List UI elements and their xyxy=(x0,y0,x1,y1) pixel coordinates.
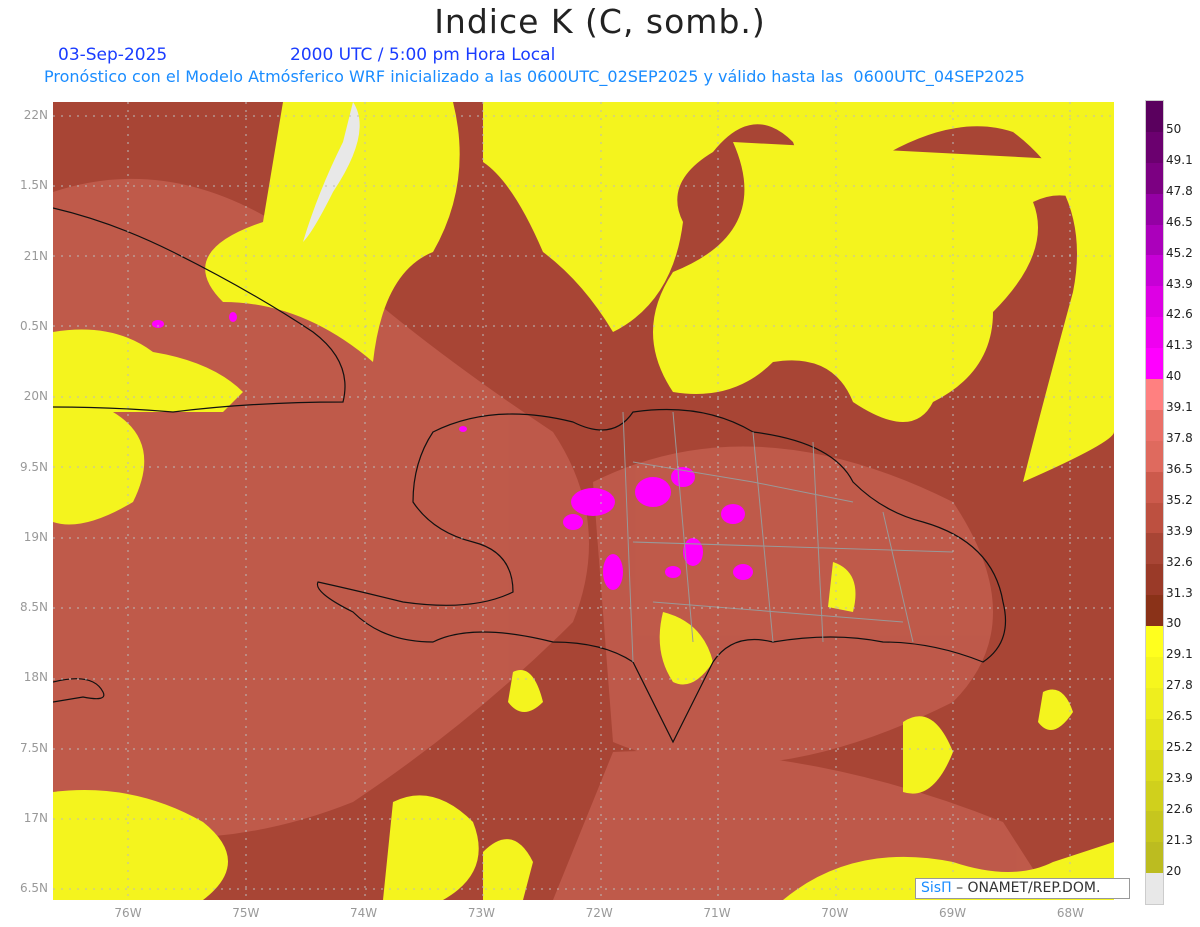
colorbar-label: 39.1 xyxy=(1166,400,1193,415)
colorbar-cell xyxy=(1146,193,1163,225)
lat-label: 1.5N xyxy=(19,178,48,193)
colorbar-label: 33.9 xyxy=(1166,523,1193,538)
colorbar-cell xyxy=(1146,348,1163,380)
forecast-date: 03-Sep-2025 xyxy=(58,45,168,65)
colorbar-label: 36.5 xyxy=(1166,461,1193,476)
colorbar-cell xyxy=(1146,564,1163,596)
colorbar-cell xyxy=(1146,533,1163,565)
colorbar-cell xyxy=(1146,409,1163,441)
lon-label: 76W xyxy=(114,906,142,920)
colorbar-label: 49.1 xyxy=(1166,152,1193,167)
lon-label: 70W xyxy=(821,906,849,920)
colorbar-cell xyxy=(1146,131,1163,163)
lat-label: 21N xyxy=(23,248,48,263)
colorbar-cell xyxy=(1146,471,1163,503)
lat-label: 6.5N xyxy=(19,881,48,896)
colorbar-cell xyxy=(1146,101,1163,132)
chart-title: Indice K (C, somb.) xyxy=(434,2,766,41)
colorbar-cell xyxy=(1146,224,1163,256)
lat-label: 22N xyxy=(23,108,48,122)
lat-label: 20N xyxy=(23,389,48,404)
lat-label: 17N xyxy=(23,811,48,825)
forecast-time: 2000 UTC / 5:00 pm Hora Local xyxy=(290,45,556,65)
colorbar-label: 50 xyxy=(1166,122,1182,136)
lon-label: 75W xyxy=(232,906,260,920)
colorbar-cell xyxy=(1146,255,1163,287)
colorbar-label: 37.8 xyxy=(1166,431,1193,445)
colorbar-label: 20 xyxy=(1166,863,1182,878)
colorbar-cell xyxy=(1146,780,1163,812)
lat-label: 9.5N xyxy=(19,459,48,474)
model-subtitle: Pronóstico con el Modelo Atmósferico WRF… xyxy=(44,67,1025,86)
colorbar-label: 45.2 xyxy=(1166,245,1193,260)
credit-box: SisΠ – ONAMET/REP.DOM. xyxy=(915,878,1130,899)
colorbar-cell xyxy=(1146,286,1163,318)
colorbar-cell xyxy=(1146,162,1163,194)
colorbar-label: 42.6 xyxy=(1166,307,1193,322)
colorbar-label: 27.8 xyxy=(1166,678,1193,693)
lat-label: 7.5N xyxy=(19,740,48,755)
colorbar-cell xyxy=(1146,811,1163,843)
sispi-logo: SisΠ xyxy=(921,880,952,896)
colorbar-label: 29.1 xyxy=(1166,647,1193,662)
colorbar-cell xyxy=(1146,873,1163,905)
colorbar-cell xyxy=(1146,626,1163,658)
lon-label: 68W xyxy=(1056,906,1084,920)
colorbar-label: 26.5 xyxy=(1166,709,1193,724)
colorbar-cell xyxy=(1146,842,1163,874)
colorbar-label: 31.3 xyxy=(1166,585,1193,600)
colorbar-label: 22.6 xyxy=(1166,801,1193,816)
credit-text: – ONAMET/REP.DOM. xyxy=(956,880,1101,896)
colorbar-label: 43.9 xyxy=(1166,276,1193,291)
colorbar-label: 25.2 xyxy=(1166,740,1193,754)
lon-label: 73W xyxy=(467,906,495,920)
lat-label: 19N xyxy=(23,529,48,544)
lon-label: 72W xyxy=(585,906,613,920)
lon-label: 69W xyxy=(939,906,967,920)
colorbar-cell xyxy=(1146,440,1163,472)
colorbar-cell xyxy=(1146,502,1163,534)
lon-label: 74W xyxy=(350,906,378,920)
lat-label: 8.5N xyxy=(19,600,48,615)
colorbar-cell xyxy=(1146,718,1163,750)
lat-label: 0.5N xyxy=(19,318,48,333)
colorbar-cell xyxy=(1146,379,1163,410)
colorbar-label: 21.3 xyxy=(1166,832,1193,847)
colorbar-label: 46.5 xyxy=(1166,214,1193,229)
lon-label: 71W xyxy=(703,906,731,920)
lat-label: 18N xyxy=(23,670,48,685)
colorbar xyxy=(1145,100,1164,906)
colorbar-label: 41.3 xyxy=(1166,338,1193,353)
colorbar-cell xyxy=(1146,749,1163,781)
colorbar-cell xyxy=(1146,595,1163,627)
colorbar-label: 30 xyxy=(1166,616,1182,631)
colorbar-cell xyxy=(1146,687,1163,719)
colorbar-label: 23.9 xyxy=(1166,770,1193,785)
colorbar-label: 32.6 xyxy=(1166,554,1193,569)
colorbar-cell xyxy=(1146,317,1163,349)
colorbar-label: 47.8 xyxy=(1166,183,1193,198)
colorbar-label: 35.2 xyxy=(1166,492,1193,507)
colorbar-label: 40 xyxy=(1166,369,1182,384)
k-index-map xyxy=(53,102,1114,900)
colorbar-cell xyxy=(1146,657,1163,688)
